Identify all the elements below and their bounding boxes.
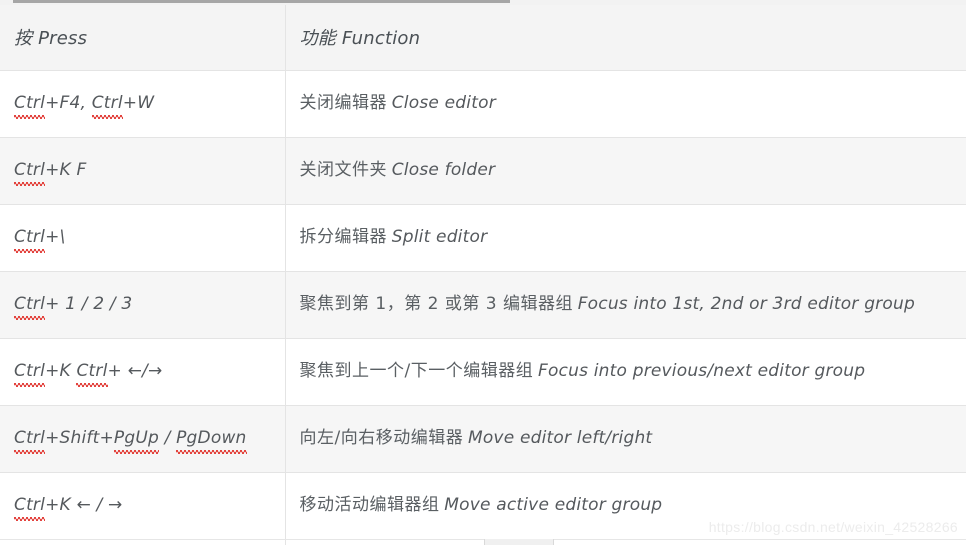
column-header-press-label: 按 Press — [14, 28, 88, 50]
cell-press: Ctrl+\ — [0, 204, 286, 272]
table-header-row: 按 Press 功能 Function — [0, 5, 966, 71]
spellcheck-underlined-token: Ctrl — [14, 359, 46, 387]
function-description-latin: Focus into previous/next editor group — [537, 361, 866, 382]
table-row: Ctrl+K F 关闭文件夹 Close folder — [0, 137, 966, 205]
function-description-cjk: 聚焦到上一个/下一个编辑器组 — [299, 361, 534, 382]
spellcheck-underlined-token: Ctrl — [76, 359, 108, 387]
cell-function: 移动活动编辑器组 Move active editor group — [285, 472, 966, 540]
cell-function: 关闭编辑器 Close editor — [285, 70, 966, 138]
cell-press: Ctrl+K Ctrl+ ←/→ — [0, 338, 286, 406]
function-description-latin: Close folder — [391, 160, 496, 181]
function-description: 关闭文件夹 Close folder — [300, 158, 953, 183]
shortcut-keys: Ctrl+F4, Ctrl+W — [14, 91, 271, 119]
shortcut-keys: Ctrl+K ← / → — [14, 493, 271, 521]
spellcheck-underlined-token: Ctrl — [14, 158, 46, 186]
function-description-cjk: 拆分编辑器 — [299, 227, 387, 248]
cell-function: 关闭文件夹 Close folder — [285, 137, 966, 205]
table-row: Ctrl+K ← / → 移动活动编辑器组 Move active editor … — [0, 472, 966, 540]
shortcut-table: 按 Press 功能 Function Ctrl+F4, Ctrl+W 关闭编辑器… — [0, 5, 966, 545]
table-row: Ctrl+\ 拆分编辑器 Split editor — [0, 204, 966, 272]
function-description-cjk: 移动活动编辑器组 — [299, 495, 440, 516]
function-description-latin: Focus into 1st, 2nd or 3rd editor group — [577, 294, 915, 315]
shortcut-keys: Ctrl+Shift+PgUp / PgDown — [14, 426, 271, 454]
function-description-cjk: 聚焦到第 1，第 2 或第 3 编辑器组 — [299, 294, 573, 315]
bottom-partial-cell — [484, 539, 554, 545]
top-scroll-band-fill — [13, 0, 510, 3]
cell-press: Ctrl+K ← / → — [0, 472, 286, 540]
function-description: 聚焦到第 1，第 2 或第 3 编辑器组 Focus into 1st, 2nd… — [300, 292, 953, 317]
shortcut-table-container: 按 Press 功能 Function Ctrl+F4, Ctrl+W 关闭编辑器… — [0, 5, 966, 545]
function-description: 拆分编辑器 Split editor — [300, 225, 953, 250]
cell-function: 聚焦到上一个/下一个编辑器组 Focus into previous/next … — [285, 338, 966, 406]
shortcut-keys: Ctrl+\ — [14, 225, 271, 253]
spellcheck-underlined-token: PgDown — [176, 426, 247, 454]
cell-function: 拆分编辑器 Split editor — [285, 204, 966, 272]
spellcheck-underlined-token: Ctrl — [14, 225, 46, 253]
function-description-latin: Move editor left/right — [467, 428, 653, 449]
spellcheck-underlined-token: Ctrl — [14, 91, 46, 119]
table-body: Ctrl+F4, Ctrl+W 关闭编辑器 Close editor Ctrl+K … — [0, 70, 966, 545]
function-description: 移动活动编辑器组 Move active editor group — [300, 493, 953, 518]
function-description: 向左/向右移动编辑器 Move editor left/right — [300, 426, 953, 451]
table-row: Ctrl+Shift+PgUp / PgDown 向左/向右移动编辑器 Move … — [0, 405, 966, 473]
spellcheck-underlined-token: Ctrl — [91, 91, 123, 119]
spellcheck-underlined-token: PgUp — [113, 426, 160, 454]
column-header-press: 按 Press — [0, 5, 286, 71]
table-row: Ctrl+K Ctrl+ ←/→ 聚焦到上一个/下一个编辑器组 Focus int… — [0, 338, 966, 406]
table-row: Ctrl+ 1 / 2 / 3 聚焦到第 1，第 2 或第 3 编辑器组 Focu… — [0, 271, 966, 339]
function-description-cjk: 关闭文件夹 — [299, 160, 387, 181]
cell-function: 向左/向右移动编辑器 Move editor left/right — [285, 405, 966, 473]
function-description-latin: Move active editor group — [444, 495, 663, 516]
column-header-function-label: 功能 Function — [299, 28, 421, 50]
shortcut-keys: Ctrl+ 1 / 2 / 3 — [14, 292, 271, 320]
function-description: 聚焦到上一个/下一个编辑器组 Focus into previous/next … — [300, 359, 953, 384]
cell-press: Ctrl+F4, Ctrl+W — [0, 70, 286, 138]
function-description-cjk: 关闭编辑器 — [299, 93, 387, 114]
function-description-cjk: 向左/向右移动编辑器 — [299, 428, 464, 449]
shortcut-keys: Ctrl+K Ctrl+ ←/→ — [14, 359, 271, 387]
table-row: Ctrl+F4, Ctrl+W 关闭编辑器 Close editor — [0, 70, 966, 138]
function-description: 关闭编辑器 Close editor — [300, 91, 953, 116]
table-header: 按 Press 功能 Function — [0, 5, 966, 71]
column-header-function: 功能 Function — [285, 5, 966, 71]
bottom-divider — [0, 539, 966, 540]
cell-function: 聚焦到第 1，第 2 或第 3 编辑器组 Focus into 1st, 2nd… — [285, 271, 966, 339]
spellcheck-underlined-token: Ctrl — [14, 426, 46, 454]
function-description-latin: Close editor — [391, 93, 496, 114]
shortcut-keys: Ctrl+K F — [14, 158, 271, 186]
cell-press: Ctrl+Shift+PgUp / PgDown — [0, 405, 286, 473]
function-description-latin: Split editor — [391, 227, 488, 248]
spellcheck-underlined-token: Ctrl — [14, 292, 46, 320]
cell-press: Ctrl+ 1 / 2 / 3 — [0, 271, 286, 339]
spellcheck-underlined-token: Ctrl — [14, 493, 46, 521]
cell-press: Ctrl+K F — [0, 137, 286, 205]
